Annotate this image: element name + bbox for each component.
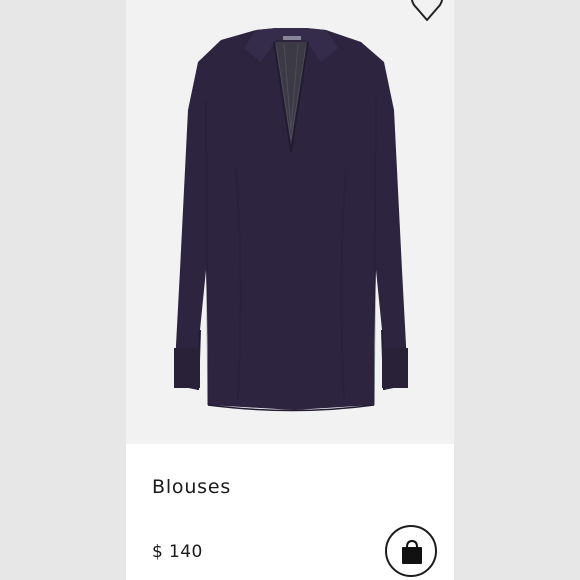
add-to-bag-button[interactable] <box>385 525 437 577</box>
product-price: $ 140 <box>152 542 203 562</box>
product-card[interactable]: Blouses $ 140 <box>126 0 454 580</box>
product-category[interactable]: Blouses <box>152 476 231 498</box>
left-gutter <box>0 0 126 580</box>
product-image[interactable] <box>126 0 454 444</box>
screen: Blouses $ 140 <box>0 0 580 580</box>
shopping-bag-icon <box>402 539 422 564</box>
heart-outline-icon <box>411 0 443 21</box>
blouse-photo <box>174 28 408 412</box>
favorite-button[interactable] <box>409 0 445 24</box>
right-gutter <box>454 0 580 580</box>
